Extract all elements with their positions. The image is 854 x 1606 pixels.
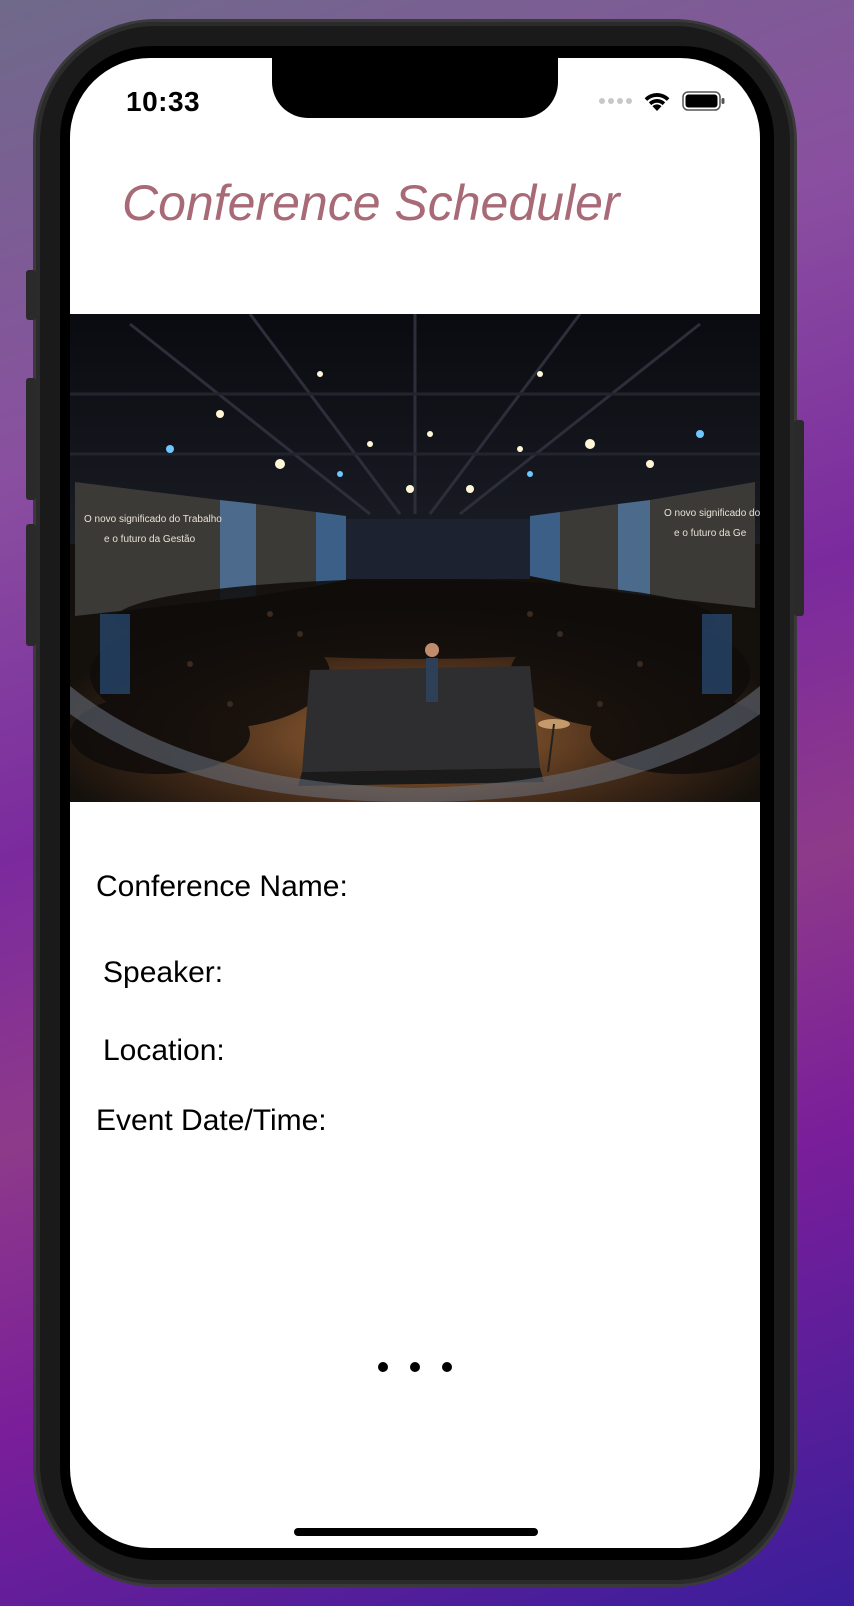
camera-notch — [272, 58, 558, 118]
power-button — [794, 420, 804, 616]
home-indicator[interactable] — [294, 1528, 538, 1536]
volume-down-button — [26, 524, 36, 646]
screen-text-left-1: O novo significado do Trabalho — [84, 514, 222, 525]
app-screen: 10:33 Conference Scheduler O novo signif… — [70, 58, 760, 1548]
battery-icon — [682, 91, 725, 111]
screen-text-right-2: e o futuro da Ge — [674, 528, 747, 539]
volume-up-button — [26, 378, 36, 500]
speaker-label: Speaker: — [103, 956, 224, 989]
screen-text-right-1: O novo significado do — [664, 508, 760, 519]
status-time: 10:33 — [126, 86, 201, 117]
wifi-icon — [644, 93, 670, 111]
page-dot[interactable] — [442, 1362, 452, 1372]
conference-hall-photo: O novo significado do Trabalho e o futur… — [70, 314, 760, 802]
event-datetime-label: Event Date/Time: — [96, 1104, 327, 1137]
page-dot[interactable] — [378, 1362, 388, 1372]
cellular-signal-icon — [599, 98, 632, 104]
app-title: Conference Scheduler — [122, 175, 620, 231]
status-icons — [599, 90, 726, 112]
conference-name-label: Conference Name: — [96, 870, 348, 903]
silent-switch — [26, 270, 36, 320]
page-dot[interactable] — [410, 1362, 420, 1372]
location-label: Location: — [103, 1034, 225, 1067]
page-indicator[interactable] — [70, 1362, 760, 1372]
screen-text-left-2: e o futuro da Gestão — [104, 534, 196, 545]
